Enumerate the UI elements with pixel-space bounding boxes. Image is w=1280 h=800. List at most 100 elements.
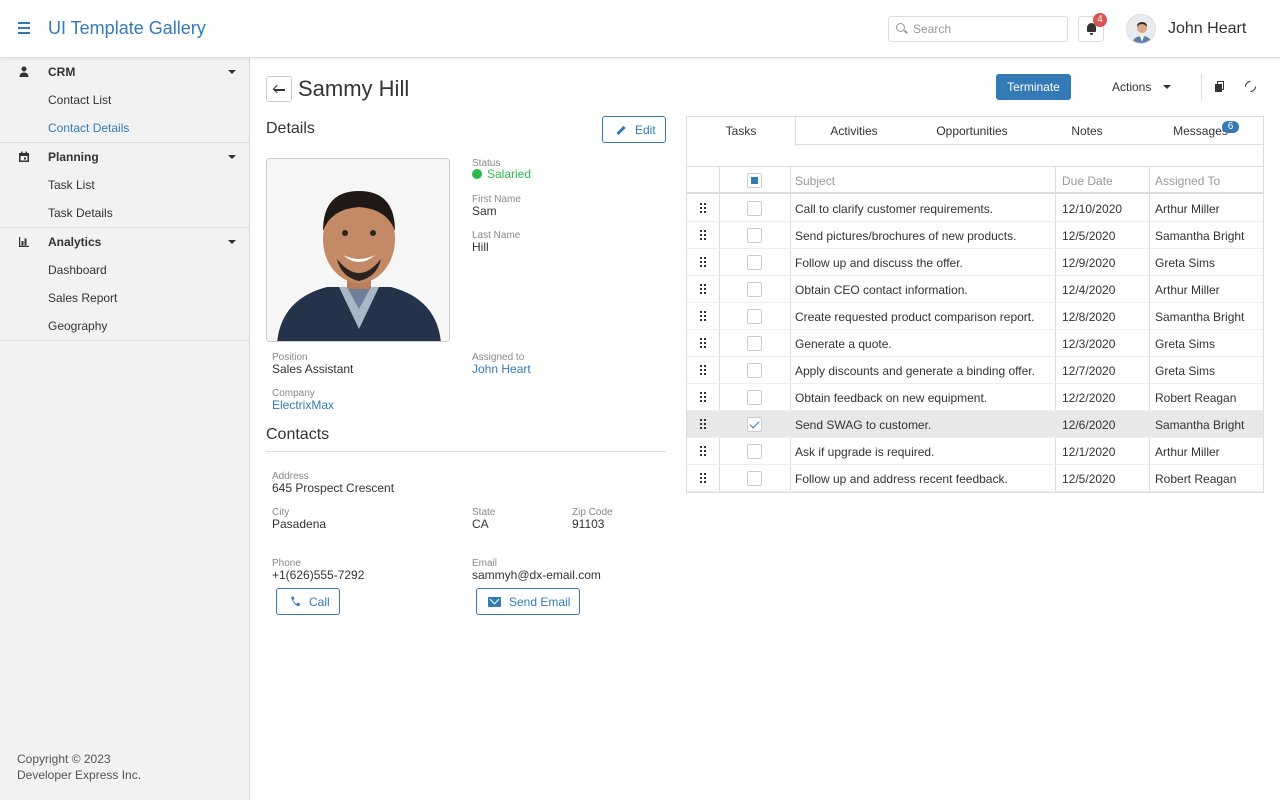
task-assigned-to: Arthur Miller	[1155, 283, 1220, 297]
search-input[interactable]	[913, 20, 1063, 38]
table-row[interactable]: Follow up and address recent feedback. 12…	[687, 465, 1263, 492]
row-checkbox[interactable]	[747, 471, 762, 486]
task-subject: Apply discounts and generate a binding o…	[795, 364, 1035, 378]
table-row[interactable]: Generate a quote. 12/3/2020 Greta Sims	[687, 330, 1263, 357]
copyright: Copyright © 2023 Developer Express Inc.	[17, 751, 141, 783]
user-name[interactable]: John Heart	[1168, 20, 1246, 38]
sidebar-item-sales-report[interactable]: Sales Report	[0, 284, 249, 312]
column-header-assigned-to[interactable]: Assigned To	[1155, 174, 1220, 188]
task-due-date: 12/8/2020	[1062, 310, 1116, 324]
actions-label: Actions	[1112, 80, 1152, 94]
sidebar-item-geography[interactable]: Geography	[0, 312, 249, 340]
task-due-date: 12/10/2020	[1062, 202, 1123, 216]
table-row[interactable]: Apply discounts and generate a binding o…	[687, 357, 1263, 384]
send-email-button[interactable]: Send Email	[476, 588, 580, 615]
column-header-due-date[interactable]: Due Date	[1062, 174, 1113, 188]
chevron-down-icon	[1163, 85, 1171, 89]
drag-handle-icon[interactable]	[700, 473, 708, 485]
task-subject: Send pictures/brochures of new products.	[795, 229, 1017, 243]
company-link[interactable]: ElectrixMax	[272, 398, 334, 412]
actions-dropdown[interactable]: Actions	[1104, 74, 1180, 100]
row-checkbox[interactable]	[747, 201, 762, 216]
row-checkbox[interactable]	[747, 282, 762, 297]
refresh-icon	[1242, 78, 1259, 95]
tab-messages[interactable]: Messages	[1142, 117, 1259, 145]
row-checkbox[interactable]	[747, 255, 762, 270]
app-title[interactable]: UI Template Gallery	[48, 18, 206, 39]
table-row[interactable]: Ask if upgrade is required. 12/1/2020 Arth…	[687, 438, 1263, 465]
tab-notes[interactable]: Notes	[1032, 117, 1142, 145]
sidebar-item-task-details[interactable]: Task Details	[0, 199, 249, 227]
sidebar-item-contact-list[interactable]: Contact List	[0, 86, 249, 114]
sidebar-item-task-list[interactable]: Task List	[0, 171, 249, 199]
refresh-button[interactable]	[1241, 77, 1261, 97]
row-checkbox[interactable]	[747, 444, 762, 459]
user-avatar[interactable]	[1126, 14, 1156, 44]
contact-photo-image	[267, 159, 449, 341]
drag-handle-icon[interactable]	[700, 446, 708, 458]
sidebar-group-crm[interactable]: CRM	[0, 58, 249, 86]
position-value: Sales Assistant	[272, 362, 354, 376]
back-button[interactable]	[266, 76, 292, 102]
column-header-subject[interactable]: Subject	[795, 174, 835, 188]
sidebar-group-planning[interactable]: Planning	[0, 143, 249, 171]
task-assigned-to: Greta Sims	[1155, 337, 1216, 351]
drag-handle-icon[interactable]	[700, 338, 708, 350]
row-checkbox[interactable]	[747, 363, 762, 378]
drag-handle-icon[interactable]	[700, 419, 708, 431]
avatar-image	[1127, 15, 1155, 43]
drag-handle-icon[interactable]	[700, 392, 708, 404]
task-subject: Ask if upgrade is required.	[795, 445, 935, 459]
last-name-value: Hill	[472, 240, 489, 254]
tab-tasks[interactable]: Tasks	[687, 117, 796, 146]
drag-handle-icon[interactable]	[700, 311, 708, 323]
drag-handle-icon[interactable]	[700, 230, 708, 242]
sidebar-group-label: Planning	[48, 150, 99, 164]
drag-handle-icon[interactable]	[700, 257, 708, 269]
row-checkbox[interactable]	[747, 228, 762, 243]
copyright-line: Copyright © 2023	[17, 752, 111, 766]
select-all-checkbox[interactable]	[747, 173, 762, 188]
table-row[interactable]: Send SWAG to customer. 12/6/2020 Samantha …	[687, 411, 1263, 438]
drag-handle-icon[interactable]	[700, 365, 708, 377]
table-row[interactable]: Call to clarify customer requirements. 12…	[687, 195, 1263, 222]
row-checkbox[interactable]	[747, 309, 762, 324]
table-row[interactable]: Obtain feedback on new equipment. 12/2/20…	[687, 384, 1263, 411]
task-assigned-to: Samantha Bright	[1155, 418, 1245, 432]
email-value: sammyh@dx-email.com	[472, 568, 601, 582]
call-button[interactable]: Call	[276, 588, 340, 615]
sidebar-item-contact-details[interactable]: Contact Details	[0, 114, 249, 142]
assigned-to-link[interactable]: John Heart	[472, 362, 531, 376]
row-checkbox[interactable]	[747, 336, 762, 351]
sidebar-item-dashboard[interactable]: Dashboard	[0, 256, 249, 284]
edit-button[interactable]: Edit	[602, 116, 666, 143]
edit-label: Edit	[635, 123, 656, 137]
sidebar-divider	[0, 340, 249, 341]
hamburger-menu-icon[interactable]	[14, 19, 34, 39]
envelope-icon	[488, 597, 501, 607]
row-checkbox[interactable]	[747, 390, 762, 405]
row-checkbox[interactable]	[747, 417, 762, 432]
search-icon	[896, 23, 905, 32]
task-subject: Follow up and address recent feedback.	[795, 472, 1008, 486]
tab-opportunities[interactable]: Opportunities	[912, 117, 1032, 145]
table-row[interactable]: Send pictures/brochures of new products.…	[687, 222, 1263, 249]
terminate-button[interactable]: Terminate	[996, 74, 1071, 100]
task-assigned-to: Greta Sims	[1155, 364, 1216, 378]
table-row[interactable]: Obtain CEO contact information. 12/4/2020…	[687, 276, 1263, 303]
tab-activities[interactable]: Activities	[796, 117, 912, 145]
messages-badge: 6	[1222, 121, 1239, 133]
search-box[interactable]	[888, 16, 1068, 42]
status-indicator	[472, 169, 482, 179]
copy-button[interactable]	[1210, 77, 1230, 97]
task-assigned-to: Samantha Bright	[1155, 229, 1245, 243]
top-header: UI Template Gallery 4 John Heart	[0, 0, 1280, 58]
task-due-date: 12/3/2020	[1062, 337, 1116, 351]
drag-handle-icon[interactable]	[700, 284, 708, 296]
task-assigned-to: Samantha Bright	[1155, 310, 1245, 324]
sidebar: CRM Contact List Contact Details Plannin…	[0, 58, 250, 800]
sidebar-group-analytics[interactable]: Analytics	[0, 228, 249, 256]
table-row[interactable]: Create requested product comparison repo…	[687, 303, 1263, 330]
drag-handle-icon[interactable]	[700, 203, 708, 215]
table-row[interactable]: Follow up and discuss the offer. 12/9/202…	[687, 249, 1263, 276]
